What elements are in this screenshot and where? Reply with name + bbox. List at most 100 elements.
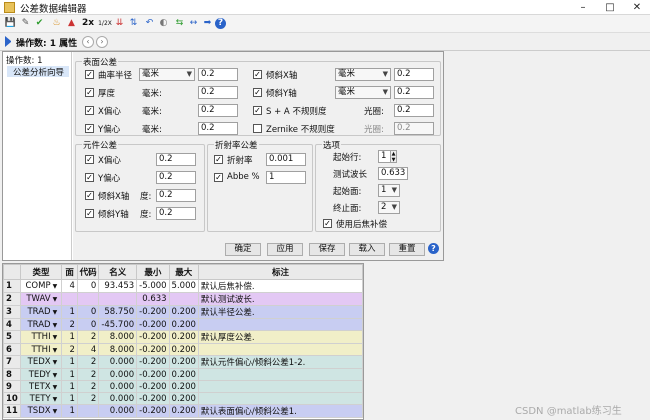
comment-cell[interactable]: 默认后焦补偿.	[197, 279, 363, 293]
nominal-cell[interactable]: 0.000	[98, 368, 138, 381]
code-cell[interactable]: 2	[76, 392, 100, 405]
type-cell[interactable]: COMP ▼	[19, 279, 63, 293]
element-x-decenter-input[interactable]: 0.2	[156, 153, 196, 166]
max-cell[interactable]: 0.200	[168, 368, 199, 381]
sa-irregularity-input[interactable]: 0.2	[394, 104, 434, 117]
next-operand-button[interactable]: ›	[96, 36, 108, 48]
toggle-icon[interactable]: ◐	[157, 17, 170, 30]
table-row[interactable]: 1 COMP ▼ 4 0 93.453 -5.000 5.000 默认后焦补偿.	[3, 279, 363, 293]
table-row[interactable]: 2 TWAV ▼ 0.633 默认测试波长.	[3, 292, 363, 306]
x-tilt-input[interactable]: 0.2	[394, 68, 434, 81]
surface-cell[interactable]: 2	[61, 318, 78, 331]
table-row[interactable]: 11 TSDX ▼ 1 0.000 -0.200 0.200 默认表面偏心/倾斜公差1.	[3, 404, 363, 418]
sort-down-icon[interactable]: ⇊	[113, 17, 126, 30]
type-cell[interactable]: TEDX ▼	[19, 355, 63, 369]
surface-cell[interactable]: 1	[61, 330, 78, 344]
column-header[interactable]: 面	[61, 264, 78, 280]
zernike-irregularity-checkbox[interactable]	[253, 124, 262, 133]
radius-checkbox[interactable]: ✓	[85, 70, 94, 79]
start-row-spinner[interactable]: ▲ ▼	[390, 150, 397, 163]
code-cell[interactable]: 0	[76, 279, 100, 293]
min-cell[interactable]: -0.200	[136, 343, 170, 356]
comment-cell[interactable]: 默认厚度公差.	[197, 330, 363, 344]
type-dropdown-icon[interactable]: ▼	[53, 334, 58, 341]
type-dropdown-icon[interactable]: ▼	[53, 384, 58, 391]
index-input[interactable]: 0.001	[266, 153, 306, 166]
y-decenter-checkbox[interactable]: ✓	[85, 124, 94, 133]
x-decenter-input[interactable]: 0.2	[198, 104, 238, 117]
type-cell[interactable]: TTHI ▼	[19, 343, 63, 356]
sa-irregularity-checkbox[interactable]: ✓	[253, 106, 262, 115]
code-cell[interactable]: 4	[76, 343, 100, 356]
element-x-tilt-checkbox[interactable]: ✓	[85, 191, 94, 200]
edit-icon[interactable]: ✎	[19, 17, 32, 30]
table-row[interactable]: 10 TETY ▼ 1 2 0.000 -0.200 0.200	[3, 392, 363, 405]
comment-cell[interactable]: 默认测试波长.	[197, 292, 363, 306]
stop-surface-select[interactable]: 2 ▼	[378, 201, 400, 214]
use-comp-checkbox[interactable]: ✓	[323, 219, 332, 228]
help-icon[interactable]: ?	[215, 18, 226, 29]
element-y-decenter-input[interactable]: 0.2	[156, 171, 196, 184]
type-dropdown-icon[interactable]: ▼	[53, 283, 58, 290]
code-cell[interactable]	[76, 404, 100, 418]
type-cell[interactable]: TETX ▼	[19, 380, 63, 393]
comment-cell[interactable]: 默认半径公差.	[197, 305, 363, 319]
apply-button[interactable]: 应用	[267, 243, 303, 256]
save-button[interactable]: 保存	[309, 243, 345, 256]
element-x-decenter-checkbox[interactable]: ✓	[85, 155, 94, 164]
code-cell[interactable]: 0	[76, 305, 100, 319]
min-cell[interactable]: -0.200	[136, 392, 170, 405]
max-cell[interactable]: 0.200	[168, 318, 199, 331]
x-tilt-unit-select[interactable]: 毫米 ▼	[335, 68, 391, 81]
load-button[interactable]: 载入	[349, 243, 385, 256]
type-cell[interactable]: TWAV ▼	[19, 292, 63, 306]
code-cell[interactable]: 2	[76, 355, 100, 369]
comment-cell[interactable]: 默认表面偏心/倾斜公差1.	[197, 404, 363, 418]
surface-cell[interactable]: 1	[61, 392, 78, 405]
min-cell[interactable]: -0.200	[136, 404, 170, 418]
type-cell[interactable]: TRAD ▼	[19, 305, 63, 319]
nominal-cell[interactable]: 0.000	[98, 404, 138, 418]
column-header[interactable]: 代码	[76, 264, 100, 280]
forward-icon[interactable]: ➡	[201, 17, 214, 30]
comment-cell[interactable]	[197, 343, 363, 356]
abbe-input[interactable]: 1	[266, 171, 306, 184]
column-header[interactable]: 最大	[168, 264, 199, 280]
nominal-cell[interactable]: 93.453	[98, 279, 138, 293]
undo-icon[interactable]: ↶	[143, 17, 156, 30]
surface-cell[interactable]: 1	[61, 305, 78, 319]
type-dropdown-icon[interactable]: ▼	[53, 296, 58, 303]
max-cell[interactable]: 0.200	[168, 330, 199, 344]
nominal-cell[interactable]: 58.750	[98, 305, 138, 319]
y-tilt-unit-select[interactable]: 毫米 ▼	[335, 86, 391, 99]
min-cell[interactable]: -0.200	[136, 380, 170, 393]
nominal-cell[interactable]: 0.000	[98, 392, 138, 405]
table-row[interactable]: 4 TRAD ▼ 2 0 -45.700 -0.200 0.200	[3, 318, 363, 331]
type-cell[interactable]: TRAD ▼	[19, 318, 63, 331]
column-header[interactable]: 标注	[197, 264, 363, 280]
column-header[interactable]: 名义	[98, 264, 138, 280]
chart-icon[interactable]: ▲	[65, 17, 78, 30]
prev-operand-button[interactable]: ‹	[82, 36, 94, 48]
min-cell[interactable]: -0.200	[136, 330, 170, 344]
nominal-cell[interactable]: -45.700	[98, 318, 138, 331]
type-dropdown-icon[interactable]: ▼	[53, 372, 58, 379]
comment-cell[interactable]	[197, 368, 363, 381]
min-cell[interactable]: -0.200	[136, 355, 170, 369]
max-cell[interactable]: 0.200	[168, 404, 199, 418]
table-row[interactable]: 6 TTHI ▼ 2 4 8.000 -0.200 0.200	[3, 343, 363, 356]
nominal-cell[interactable]: 8.000	[98, 343, 138, 356]
double-icon[interactable]: 2x	[80, 17, 96, 30]
close-button[interactable]: ✕	[624, 0, 650, 15]
index-checkbox[interactable]: ✓	[214, 155, 223, 164]
start-surface-select[interactable]: 1 ▼	[378, 184, 400, 197]
half-icon[interactable]: 1/2X	[97, 17, 113, 30]
surface-cell[interactable]: 1	[61, 404, 78, 418]
comment-cell[interactable]: 默认元件偏心/倾斜公差1-2.	[197, 355, 363, 369]
type-cell[interactable]: TETY ▼	[19, 392, 63, 405]
nominal-cell[interactable]: 8.000	[98, 330, 138, 344]
radius-input[interactable]: 0.2	[198, 68, 238, 81]
comment-cell[interactable]	[197, 318, 363, 331]
max-cell[interactable]: 0.200	[168, 380, 199, 393]
nominal-cell[interactable]: 0.000	[98, 355, 138, 369]
